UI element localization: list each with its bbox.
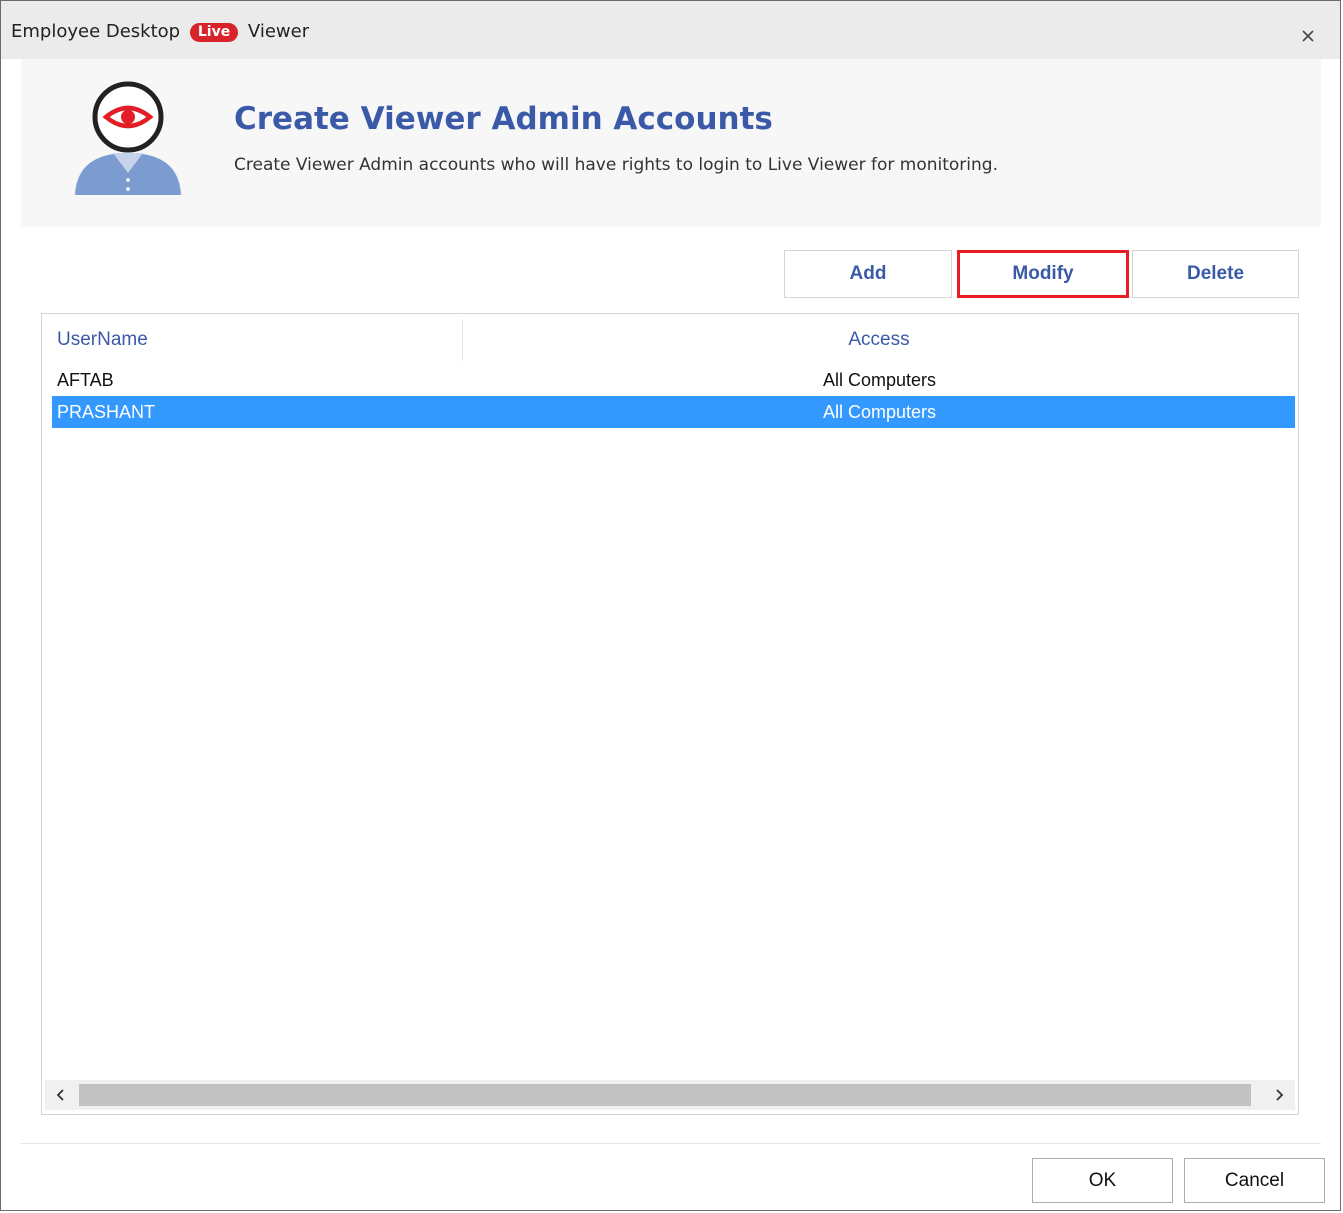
table-row[interactable]: AFTAB All Computers	[52, 364, 1295, 396]
title-suffix: Viewer	[247, 21, 310, 42]
cancel-button[interactable]: Cancel	[1184, 1158, 1325, 1203]
close-icon	[1302, 30, 1314, 42]
scroll-left-button[interactable]	[45, 1080, 77, 1110]
table-row-selected[interactable]: PRASHANT All Computers	[52, 396, 1295, 428]
column-header-access[interactable]: Access	[464, 319, 1294, 361]
page-description: Create Viewer Admin accounts who will ha…	[234, 155, 998, 175]
modify-button[interactable]: Modify	[957, 250, 1129, 298]
title-bar: Employee Desktop Live Viewer	[1, 1, 1340, 59]
footer-divider	[21, 1143, 1321, 1144]
scroll-right-button[interactable]	[1263, 1080, 1295, 1110]
horizontal-scrollbar[interactable]	[45, 1080, 1295, 1110]
close-button[interactable]	[1289, 15, 1329, 55]
cell-access: All Computers	[823, 402, 937, 422]
column-header-username[interactable]: UserName	[45, 319, 463, 361]
viewer-admin-avatar-icon	[75, 81, 181, 195]
chevron-left-icon	[56, 1089, 64, 1101]
window-title: Employee Desktop Live Viewer	[11, 21, 309, 43]
chevron-right-icon	[1276, 1089, 1284, 1101]
add-button[interactable]: Add	[784, 250, 952, 298]
accounts-list[interactable]: UserName Access AFTAB All Computers PRAS…	[41, 313, 1299, 1115]
header-panel: Create Viewer Admin Accounts Create View…	[21, 59, 1321, 227]
ok-button[interactable]: OK	[1032, 1158, 1173, 1203]
cell-username: PRASHANT	[57, 402, 156, 422]
live-badge: Live	[189, 23, 239, 42]
dialog-window: Employee Desktop Live Viewer Create View…	[0, 0, 1341, 1211]
page-title: Create Viewer Admin Accounts	[234, 101, 773, 137]
title-prefix: Employee Desktop	[11, 21, 181, 42]
cell-username: AFTAB	[57, 370, 114, 390]
scroll-thumb[interactable]	[79, 1084, 1251, 1106]
cell-access: All Computers	[823, 370, 937, 390]
delete-button[interactable]: Delete	[1132, 250, 1299, 298]
